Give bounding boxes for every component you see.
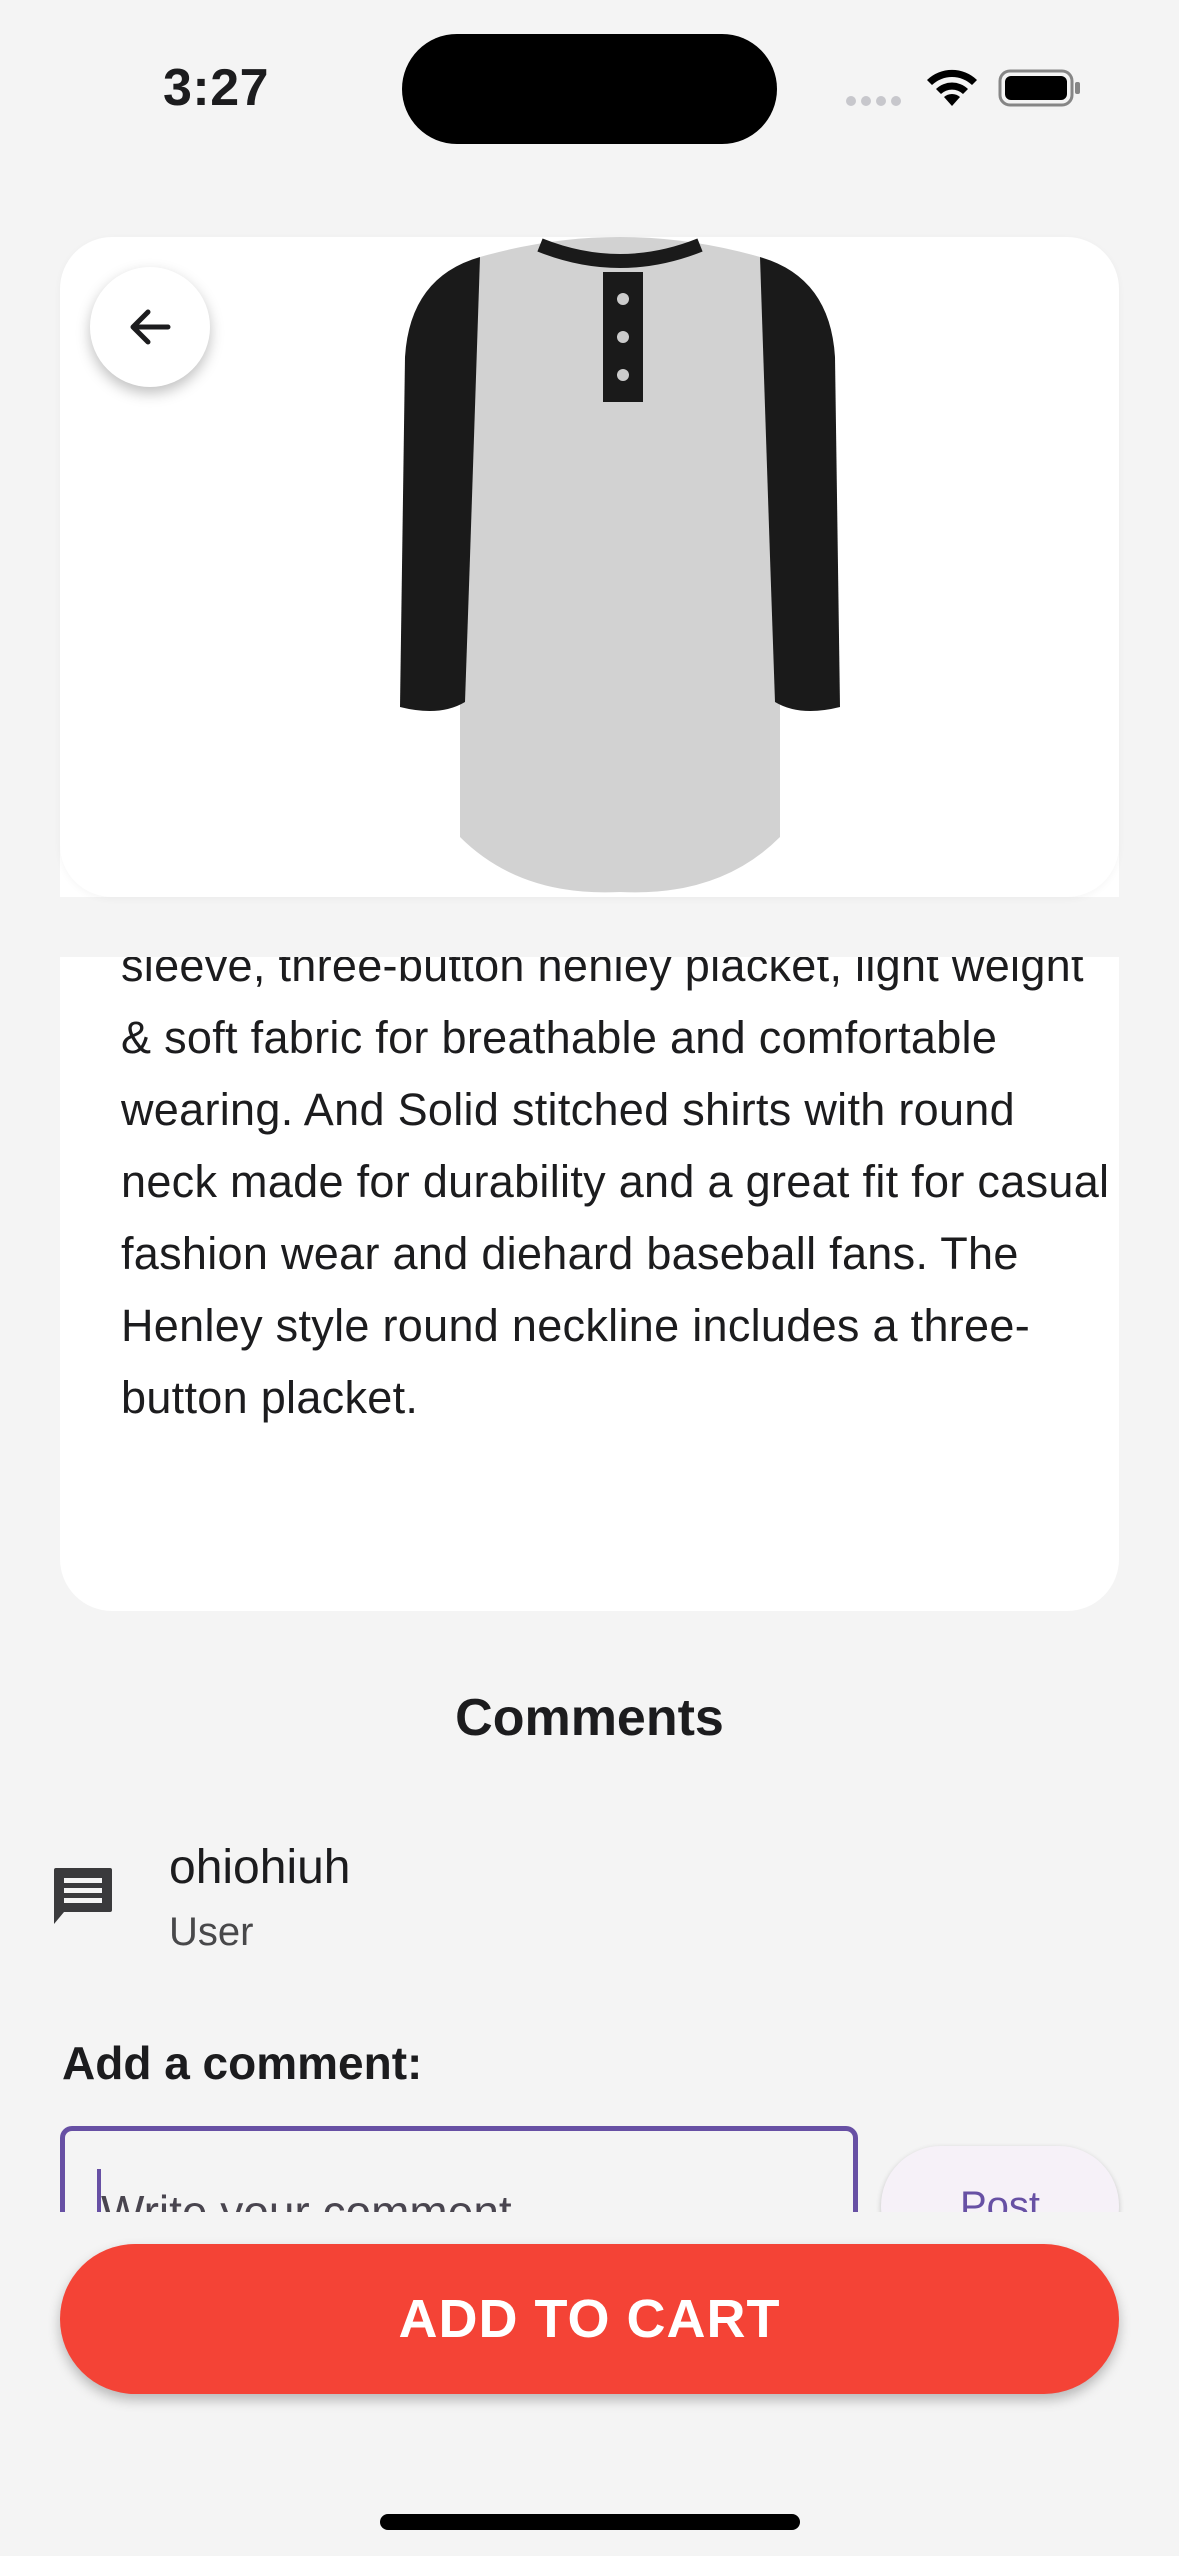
product-description: sleeve, three-button henley placket, lig… bbox=[121, 940, 1110, 1423]
back-button[interactable] bbox=[90, 267, 210, 387]
product-image bbox=[400, 237, 840, 893]
add-to-cart-button[interactable]: ADD TO CART bbox=[60, 2244, 1119, 2394]
cellular-signal-icon bbox=[846, 96, 901, 106]
add-comment-label: Add a comment: bbox=[62, 2037, 423, 2089]
product-image-card bbox=[60, 237, 1119, 897]
home-indicator[interactable] bbox=[380, 2514, 800, 2530]
status-time: 3:27 bbox=[163, 59, 270, 117]
wifi-icon bbox=[927, 69, 977, 106]
comment-input-placeholder: Write your comment bbox=[101, 2186, 512, 2212]
comment-text: ohiohiuh bbox=[169, 1841, 351, 1894]
comment-input-row: Write your comment Post bbox=[0, 2120, 1179, 2212]
battery-icon bbox=[998, 69, 1080, 107]
comment-author: User bbox=[169, 1910, 254, 1954]
post-button[interactable]: Post bbox=[881, 2146, 1119, 2212]
card-gap bbox=[0, 897, 1179, 957]
dynamic-island bbox=[402, 34, 777, 144]
comments-heading: Comments bbox=[455, 1689, 724, 1747]
comment-icon bbox=[54, 1868, 112, 1924]
back-arrow-icon bbox=[130, 309, 171, 345]
comment-list-item: ohiohiuh User bbox=[0, 1830, 1179, 1970]
comment-input[interactable]: Write your comment bbox=[60, 2126, 858, 2212]
